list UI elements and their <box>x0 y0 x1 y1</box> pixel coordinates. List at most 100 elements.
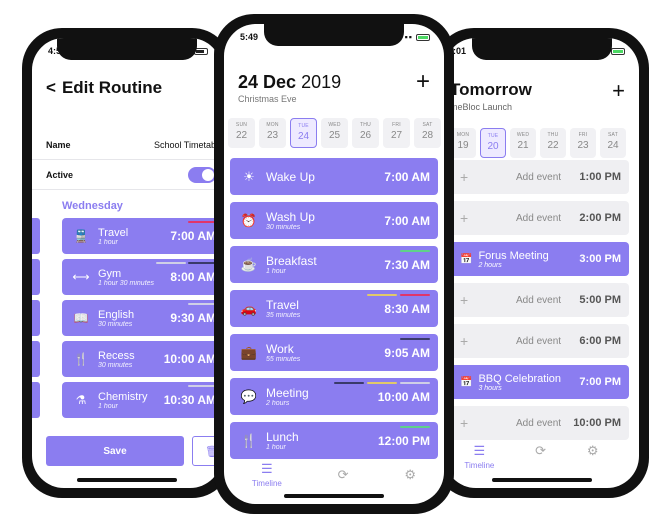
page-subtitle: Christmas Eve <box>238 94 297 104</box>
day-name: THU <box>360 122 371 128</box>
routine-form: Name School Timetab Active <box>32 130 222 190</box>
add-icon[interactable]: + <box>612 78 625 104</box>
page-subtitle: meBloc Launch <box>450 102 513 112</box>
add-event-slot[interactable]: + Add event 1:00 PM <box>450 160 629 194</box>
event-duration: 1 hour <box>266 268 286 275</box>
edit-routine-title: Edit Routine <box>61 78 163 97</box>
cup-icon: ☕ <box>240 256 258 272</box>
day-chip[interactable]: MON 23 <box>259 118 286 148</box>
event-title: Forus Meeting <box>478 249 549 262</box>
day-chip[interactable]: TUE 24 <box>290 118 317 148</box>
name-row[interactable]: Name School Timetab <box>32 130 222 160</box>
adjacent-day-card <box>32 382 40 418</box>
week-strip: MON 19 TUE 20 WED 21 THU 22 FRI 23 SAT 24 <box>450 128 626 158</box>
timeline-event-card[interactable]: 💬 Meeting 2 hours 10:00 AM <box>230 378 438 415</box>
day-number: 22 <box>235 130 248 141</box>
day-chip[interactable]: THU 26 <box>352 118 379 148</box>
timeline-event-card[interactable]: 🚗 Travel 35 minutes 8:30 AM <box>230 290 438 327</box>
event-text: Wake Up <box>266 170 315 184</box>
routine-event-card[interactable]: ⟷ Gym 1 hour 30 minutes 8:00 AM <box>62 259 222 295</box>
event-text: Meeting 2 hours <box>266 386 309 407</box>
event-time: 8:30 AM <box>384 301 430 316</box>
event-time: 7:00 AM <box>384 169 430 184</box>
day-chip[interactable]: SUN 22 <box>228 118 255 148</box>
sync-icon: ⟳ <box>535 443 547 458</box>
timeline-event-card[interactable]: ☕ Breakfast 1 hour 7:30 AM <box>230 246 438 283</box>
home-indicator <box>284 494 384 498</box>
day-number: 22 <box>547 140 559 151</box>
day-chip[interactable]: WED 21 <box>510 128 536 158</box>
routine-event-card[interactable]: 📖 English 30 minutes 9:30 AM <box>62 300 222 336</box>
back-chevron-icon[interactable]: < <box>46 78 56 98</box>
event-title: Lunch <box>266 430 299 444</box>
home-indicator <box>77 478 177 482</box>
day-chip[interactable]: FRI 27 <box>383 118 410 148</box>
phone-day-timeline: 5:49 ▪▪ 24 Dec 2019 Christmas Eve + SUN 2… <box>214 14 454 514</box>
timeline-event-card[interactable]: 🍴 Lunch 1 hour 12:00 PM <box>230 422 438 459</box>
event-time: 7:00 AM <box>384 213 430 228</box>
add-event-slot[interactable]: + Add event 2:00 PM <box>450 201 629 235</box>
event-time: 9:05 AM <box>384 345 430 360</box>
adjacent-day-card <box>32 218 40 254</box>
screen: 5:01 ▪▪ Tomorrow meBloc Launch + MON19TU… <box>444 38 639 488</box>
day-chip[interactable]: SAT 24 <box>600 128 626 158</box>
tag-bars <box>400 250 430 252</box>
timeline-event-card[interactable]: 💼 Work 55 minutes 9:05 AM <box>230 334 438 371</box>
day-number: 24 <box>297 131 310 142</box>
event-time: 9:30 AM <box>170 311 216 325</box>
phone-edit-routine: 4:51 ▪▪ < Edit Routine + Name School Tim… <box>22 28 232 498</box>
day-chip[interactable]: SAT 28 <box>414 118 441 148</box>
week-strip: SUN 22 MON 23 TUE 24 WED 25 THU 26 FRI 27 SAT 28 <box>228 118 441 148</box>
event-time: 10:00 AM <box>377 389 430 404</box>
add-icon[interactable]: + <box>416 68 430 96</box>
event-duration: 2 hours <box>478 261 502 269</box>
name-value[interactable]: School Timetab <box>154 140 216 150</box>
timeline-event-card[interactable]: 📅 Forus Meeting 2 hours 3:00 PM <box>450 242 629 276</box>
day-chip[interactable]: THU 22 <box>540 128 566 158</box>
event-text: Lunch 1 hour <box>266 430 299 451</box>
add-event-slot[interactable]: + Add event 5:00 PM <box>450 283 629 317</box>
day-name: SAT <box>608 132 618 138</box>
routine-event-card[interactable]: 🚆 Travel 1 hour 7:00 AM <box>62 218 222 254</box>
plus-icon: + <box>460 169 469 185</box>
timeline-event-card[interactable]: ⏰ Wash Up 30 minutes 7:00 AM <box>230 202 438 239</box>
tab-routines[interactable]: ⟳ <box>535 443 546 470</box>
add-event-slot[interactable]: + Add event 10:00 PM <box>450 406 629 440</box>
tab-settings[interactable]: ⚙ <box>404 467 416 483</box>
plus-icon: + <box>460 210 469 226</box>
date-day: 24 Dec <box>238 72 297 92</box>
event-time: 7:30 AM <box>384 257 430 272</box>
list-icon: ☰ <box>473 443 486 458</box>
tab-timeline[interactable]: ☰ Timeline <box>464 443 494 470</box>
flask-icon: ⚗ <box>75 393 87 407</box>
event-title: Gym <box>98 267 122 280</box>
tag-bar <box>334 382 364 384</box>
car-icon: 🚗 <box>240 300 258 316</box>
timeline-event-card[interactable]: 📅 BBQ Celebration 3 hours 7:00 PM <box>450 365 629 399</box>
day-name: FRI <box>578 132 588 138</box>
day-name: WED <box>328 122 341 128</box>
routine-event-card[interactable]: ⚗ Chemistry 1 hour 10:30 AM <box>62 382 222 418</box>
event-text: Recess 30 minutes <box>98 350 135 369</box>
tag-bars <box>367 294 430 296</box>
day-chip[interactable]: WED 25 <box>321 118 348 148</box>
routine-event-card[interactable]: 🍴 Recess 30 minutes 10:00 AM <box>62 341 222 377</box>
day-chip[interactable]: FRI 23 <box>570 128 596 158</box>
event-title: Travel <box>98 226 129 239</box>
tab-settings[interactable]: ⚙ <box>587 443 599 470</box>
add-event-label: Add event <box>516 212 562 224</box>
add-event-slot[interactable]: + Add event 6:00 PM <box>450 324 629 358</box>
train-icon: 🚆 <box>73 229 89 243</box>
day-chip[interactable]: TUE 20 <box>480 128 506 158</box>
event-title: BBQ Celebration <box>478 372 561 385</box>
save-button[interactable]: Save <box>46 436 184 466</box>
timeline-event-card[interactable]: ☀ Wake Up 7:00 AM <box>230 158 438 195</box>
tab-routines[interactable]: ⟳ <box>338 467 349 483</box>
active-toggle[interactable] <box>188 166 216 183</box>
tab-timeline-label: Timeline <box>251 479 282 488</box>
app-showcase: 4:51 ▪▪ < Edit Routine + Name School Tim… <box>0 0 669 528</box>
gear-icon: ⚙ <box>404 466 417 482</box>
phone-tomorrow: 5:01 ▪▪ Tomorrow meBloc Launch + MON19TU… <box>434 28 649 498</box>
event-text: English 30 minutes <box>98 309 134 328</box>
tab-timeline[interactable]: ☰ Timeline <box>252 461 282 488</box>
